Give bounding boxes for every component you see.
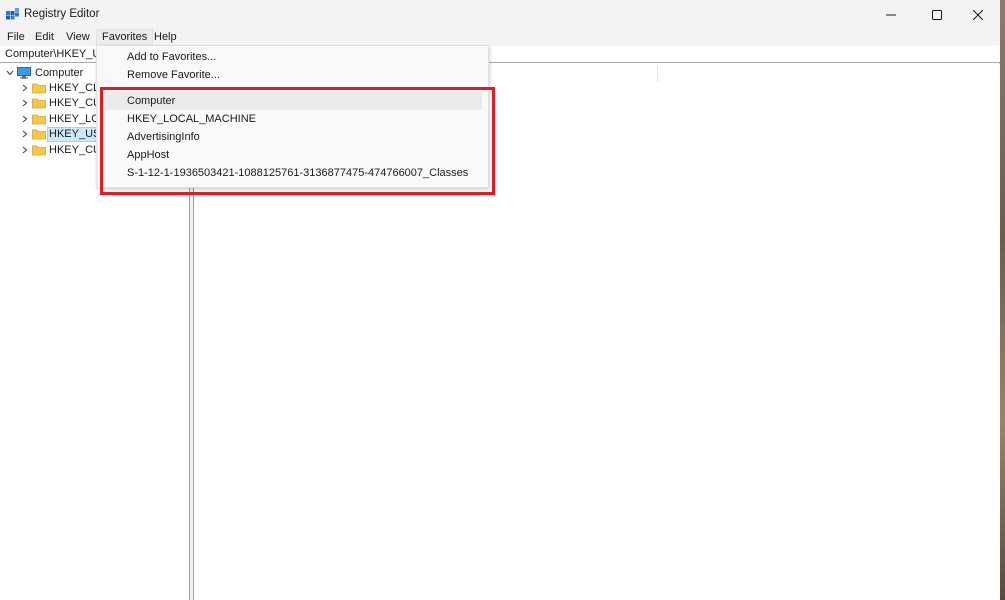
menu-help[interactable]: Help <box>149 29 182 46</box>
menu-favorites[interactable]: Favorites <box>96 29 154 46</box>
chevron-right-icon[interactable] <box>20 114 30 124</box>
folder-icon <box>32 145 46 156</box>
maximize-icon <box>932 9 942 20</box>
chevron-down-icon[interactable] <box>5 68 15 78</box>
chevron-right-icon[interactable] <box>20 129 30 139</box>
menu-view[interactable]: View <box>61 29 95 46</box>
menu-separator <box>105 88 482 89</box>
favorite-item-computer[interactable]: Computer <box>105 92 482 110</box>
desktop-background-strip <box>1000 0 1005 600</box>
close-icon <box>973 9 983 20</box>
title-bar[interactable]: Registry Editor <box>0 0 1000 29</box>
tree-item-label: Computer <box>35 67 84 79</box>
chevron-right-icon[interactable] <box>20 145 30 155</box>
window-title: Registry Editor <box>24 8 100 20</box>
folder-icon <box>32 114 46 125</box>
folder-icon <box>32 83 46 94</box>
favorites-dropdown: Add to Favorites... Remove Favorite... C… <box>96 45 489 188</box>
registry-editor-icon <box>6 8 19 20</box>
folder-icon <box>32 129 46 140</box>
address-path[interactable]: Computer\HKEY_US <box>5 48 108 60</box>
chevron-right-icon[interactable] <box>20 83 30 93</box>
folder-icon <box>32 98 46 109</box>
favorite-item-sid-classes[interactable]: S-1-12-1-1936503421-1088125761-313687747… <box>105 164 482 182</box>
menu-bar: File Edit View Favorites Help <box>0 29 1000 46</box>
close-button[interactable] <box>955 0 1001 29</box>
minimize-icon <box>886 14 896 15</box>
add-to-favorites-item[interactable]: Add to Favorites... <box>105 48 482 66</box>
remove-favorite-item[interactable]: Remove Favorite... <box>105 66 482 84</box>
menu-edit[interactable]: Edit <box>30 29 59 46</box>
chevron-right-icon[interactable] <box>20 98 30 108</box>
minimize-button[interactable] <box>868 0 914 29</box>
favorite-item-apphost[interactable]: AppHost <box>105 146 482 164</box>
menu-file[interactable]: File <box>2 29 30 46</box>
registry-editor-window: Registry Editor File Edit View Favorites… <box>0 0 1000 600</box>
column-divider[interactable] <box>657 66 658 82</box>
favorite-item-advertisinginfo[interactable]: AdvertisingInfo <box>105 128 482 146</box>
computer-monitor-icon <box>17 67 31 79</box>
maximize-button[interactable] <box>914 0 960 29</box>
favorite-item-hklm[interactable]: HKEY_LOCAL_MACHINE <box>105 110 482 128</box>
